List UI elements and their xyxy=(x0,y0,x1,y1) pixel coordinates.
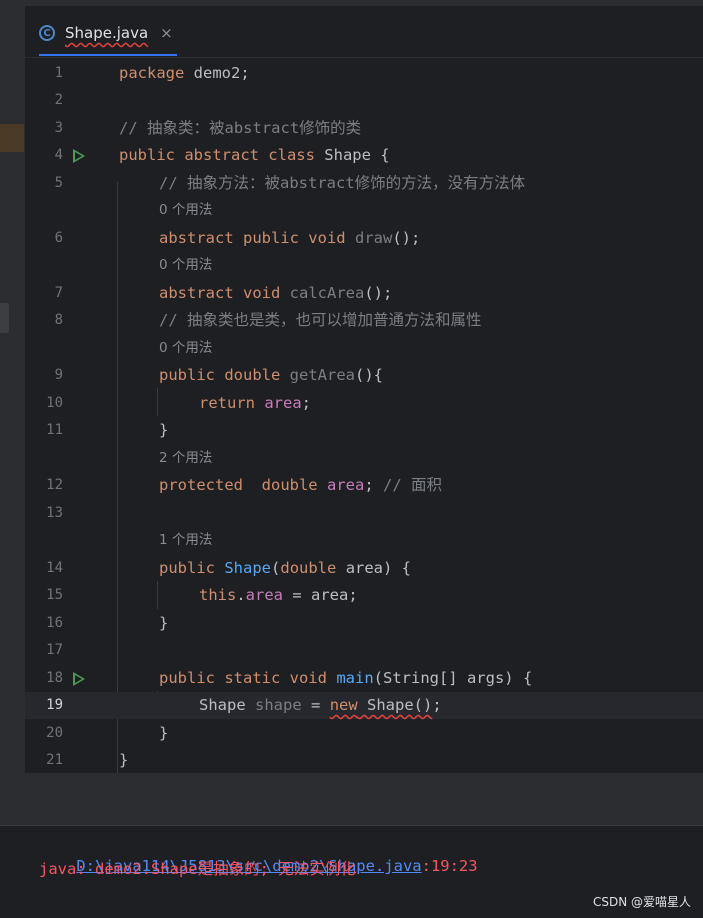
code-text: } xyxy=(159,421,169,439)
code-text: } xyxy=(159,724,169,742)
usage-hint[interactable]: 0 个用法 xyxy=(159,252,212,279)
line-number: 5 xyxy=(54,175,63,191)
code-text: public Shape(double area) { xyxy=(159,559,412,577)
code-text: this.area = area; xyxy=(199,586,358,604)
left-collapse-handle[interactable] xyxy=(0,303,9,333)
comment: // 抽象方法：被abstract修饰的方法，没有方法体 xyxy=(159,174,526,192)
line-number: 20 xyxy=(46,725,63,741)
code-line[interactable]: 9 public double getArea(){ xyxy=(25,362,703,389)
code-line[interactable]: 15 this.area = area; xyxy=(25,582,703,609)
usage-hint-row: 1 个用法 xyxy=(25,527,703,554)
line-number: 13 xyxy=(46,505,63,521)
code-line[interactable]: 14 public Shape(double area) { xyxy=(25,555,703,582)
code-line[interactable]: 10 return area; xyxy=(25,390,703,417)
usage-hint[interactable]: 1 个用法 xyxy=(159,527,212,554)
line-number: 14 xyxy=(46,560,63,576)
code-line[interactable]: 20 } xyxy=(25,720,703,747)
line-number: 12 xyxy=(46,477,63,493)
code-text: } xyxy=(119,751,129,769)
code-line[interactable]: 16 } xyxy=(25,610,703,637)
line-number: 19 xyxy=(46,697,63,713)
code-line[interactable]: 7 abstract void calcArea(); xyxy=(25,280,703,307)
code-text: Shape shape = new Shape(); xyxy=(199,696,442,714)
code-line[interactable]: 4 public abstract class Shape { xyxy=(25,142,703,169)
left-tool-strip xyxy=(0,6,25,773)
code-line[interactable]: 1 package demo2; xyxy=(25,60,703,87)
usage-hint[interactable]: 2 个用法 xyxy=(159,445,212,472)
code-text: abstract void calcArea(); xyxy=(159,284,393,302)
line-number: 10 xyxy=(46,395,63,411)
code-line[interactable]: 13 xyxy=(25,500,703,527)
line-number: 7 xyxy=(54,285,63,301)
code-text: package demo2; xyxy=(119,64,250,82)
code-line[interactable]: 8 // 抽象类也是类，也可以增加普通方法和属性 xyxy=(25,307,703,334)
code-line[interactable]: 11 } xyxy=(25,417,703,444)
code-text: public abstract class Shape { xyxy=(119,146,390,164)
line-number: 2 xyxy=(54,92,63,108)
error-position: :19:23 xyxy=(421,857,478,875)
code-line[interactable]: 12 protected double area; // 面积 xyxy=(25,472,703,499)
line-number: 21 xyxy=(46,752,63,768)
java-class-icon: C xyxy=(39,25,55,41)
panel-divider xyxy=(0,773,703,825)
code-line[interactable]: 17 xyxy=(25,637,703,664)
close-icon[interactable]: × xyxy=(160,24,173,42)
code-text: abstract public void draw(); xyxy=(159,229,421,247)
code-text: } xyxy=(159,614,169,632)
current-code-line[interactable]: 19 Shape shape = new Shape(); xyxy=(25,692,703,719)
comment: // 抽象类：被abstract修饰的类 xyxy=(119,119,362,137)
code-line[interactable]: 2 xyxy=(25,87,703,114)
line-number: 8 xyxy=(54,312,63,328)
line-number: 4 xyxy=(54,147,63,163)
left-marker xyxy=(0,124,24,152)
tab-label: Shape.java xyxy=(65,24,149,42)
usage-hint[interactable]: 0 个用法 xyxy=(159,197,212,224)
line-number: 11 xyxy=(46,422,63,438)
line-number: 17 xyxy=(46,642,63,658)
line-number: 18 xyxy=(46,670,63,686)
line-number: 9 xyxy=(54,367,63,383)
code-line[interactable]: 18 public static void main(String[] args… xyxy=(25,665,703,692)
line-number: 15 xyxy=(46,587,63,603)
code-text: protected double area; // 面积 xyxy=(159,476,442,494)
tab-shape-java[interactable]: C Shape.java × xyxy=(39,18,173,48)
usage-hint-row: 2 个用法 xyxy=(25,445,703,472)
line-number: 1 xyxy=(54,65,63,81)
code-editor[interactable]: 1 package demo2; 2 3 // 抽象类：被abstract修饰的… xyxy=(25,58,703,774)
usage-hint-row: 0 个用法 xyxy=(25,252,703,279)
run-icon[interactable] xyxy=(73,672,85,686)
code-text: public static void main(String[] args) { xyxy=(159,669,533,687)
watermark: CSDN @爱喵星人 xyxy=(592,895,691,909)
usage-hint[interactable]: 0 个用法 xyxy=(159,335,212,362)
code-text: public double getArea(){ xyxy=(159,366,383,384)
active-tab-indicator xyxy=(39,54,177,56)
line-number: 16 xyxy=(46,615,63,631)
usage-hint-row: 0 个用法 xyxy=(25,197,703,224)
error-message: java: demo2.Shape是抽象的; 无法实例化 xyxy=(39,860,356,878)
line-number: 3 xyxy=(54,120,63,136)
build-output-panel: D:\java114\J5813\src\demo2\Shape.java:19… xyxy=(0,825,703,918)
comment: // 抽象类也是类，也可以增加普通方法和属性 xyxy=(159,311,482,329)
usage-hint-row: 0 个用法 xyxy=(25,335,703,362)
code-line[interactable]: 5 // 抽象方法：被abstract修饰的方法，没有方法体 xyxy=(25,170,703,197)
run-icon[interactable] xyxy=(73,149,85,163)
code-line[interactable]: 21 } xyxy=(25,747,703,774)
line-number: 6 xyxy=(54,230,63,246)
code-line[interactable]: 3 // 抽象类：被abstract修饰的类 xyxy=(25,115,703,142)
code-text: return area; xyxy=(199,394,312,412)
editor-tab-bar: C Shape.java × xyxy=(25,6,703,58)
code-line[interactable]: 6 abstract public void draw(); xyxy=(25,225,703,252)
